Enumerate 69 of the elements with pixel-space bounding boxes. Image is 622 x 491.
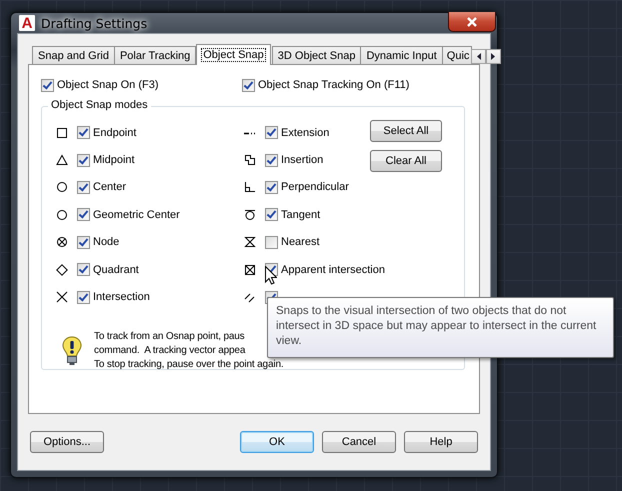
- checkbox-label: Quadrant: [93, 264, 139, 276]
- checkbox[interactable]: [41, 78, 54, 92]
- snap-marker-icon: [56, 264, 68, 276]
- snap-marker-icon: [244, 154, 256, 166]
- tab[interactable]: Snap and Grid: [32, 46, 115, 64]
- checkbox-label: Midpoint: [93, 154, 135, 166]
- checkbox[interactable]: [265, 180, 278, 194]
- snap-marker-icon: [244, 291, 256, 304]
- checkbox[interactable]: [77, 180, 90, 194]
- action-button[interactable]: Clear All: [370, 150, 442, 172]
- dialog-button[interactable]: OK: [240, 431, 314, 453]
- dialog-button[interactable]: Options...: [30, 431, 104, 453]
- checkbox[interactable]: [77, 263, 90, 276]
- snap-marker-icon: [56, 291, 68, 304]
- checkbox[interactable]: [265, 208, 278, 222]
- mouse-pointer-icon: [265, 266, 277, 285]
- close-icon: [466, 16, 478, 26]
- snap-marker-icon: [244, 208, 256, 221]
- checkbox-label: Apparent intersection: [281, 264, 385, 276]
- hint-text: command. A tracking vector appea: [94, 344, 246, 358]
- checkbox[interactable]: [77, 290, 90, 304]
- left-arrow-icon: [476, 53, 482, 60]
- tooltip: Snaps to the visual intersection of two objects that do not intersect in 3D space but may appear to intersect in the current view.: [267, 297, 614, 358]
- right-arrow-icon: [491, 53, 496, 60]
- lightbulb-icon: [62, 336, 82, 366]
- checkbox[interactable]: [77, 236, 90, 249]
- checkbox[interactable]: [265, 154, 278, 167]
- scroll-right-button[interactable]: [486, 49, 502, 64]
- dialog-button[interactable]: Help: [404, 431, 478, 453]
- checkbox-label: Object Snap On (F3): [57, 79, 158, 91]
- group-title: Object Snap modes: [48, 99, 151, 111]
- close-button[interactable]: [448, 12, 496, 32]
- checkbox-label: Intersection: [93, 291, 150, 304]
- app-logo: A: [19, 15, 35, 31]
- checkbox-label: Geometric Center: [93, 208, 180, 221]
- dialog-button[interactable]: Cancel: [322, 431, 396, 453]
- checkbox[interactable]: [242, 78, 255, 92]
- checkbox-label: Node: [93, 236, 120, 248]
- checkbox-label: Center: [93, 181, 126, 194]
- checkbox[interactable]: [77, 126, 90, 140]
- checkbox-label: Tangent: [281, 208, 320, 221]
- snap-marker-icon: [56, 208, 68, 221]
- hint-text: To stop tracking, pause over the point again.: [94, 358, 284, 372]
- checkbox[interactable]: [77, 154, 90, 167]
- snap-marker-icon: [56, 181, 68, 194]
- checkbox[interactable]: [265, 236, 278, 249]
- checkbox-label: Perpendicular: [281, 181, 349, 194]
- snap-marker-icon: [244, 264, 256, 276]
- checkbox-label: Nearest: [281, 236, 320, 248]
- tab[interactable]: Dynamic Input: [360, 46, 443, 64]
- checkbox[interactable]: [77, 208, 90, 222]
- snap-marker-icon: [244, 236, 256, 248]
- snap-marker-icon: [244, 181, 256, 194]
- snap-marker-icon: [56, 126, 68, 139]
- snap-marker-icon: [56, 154, 68, 166]
- checkbox-label: Extension: [281, 126, 330, 139]
- tab[interactable]: Quic: [442, 46, 472, 64]
- action-button[interactable]: Select All: [370, 120, 442, 142]
- checkbox-label: Endpoint: [93, 126, 136, 139]
- checkbox-label: Insertion: [281, 154, 324, 166]
- tab[interactable]: Object Snap: [196, 44, 271, 65]
- window-title: Drafting Settings: [41, 16, 148, 30]
- checkbox[interactable]: [265, 126, 278, 140]
- checkbox-label: Object Snap Tracking On (F11): [258, 79, 410, 91]
- snap-marker-icon: [56, 236, 68, 248]
- tab[interactable]: Polar Tracking: [114, 46, 196, 64]
- scroll-left-button[interactable]: [471, 49, 486, 64]
- hint-text: To track from an Osnap point, paus: [94, 330, 245, 344]
- tab[interactable]: 3D Object Snap: [272, 46, 362, 64]
